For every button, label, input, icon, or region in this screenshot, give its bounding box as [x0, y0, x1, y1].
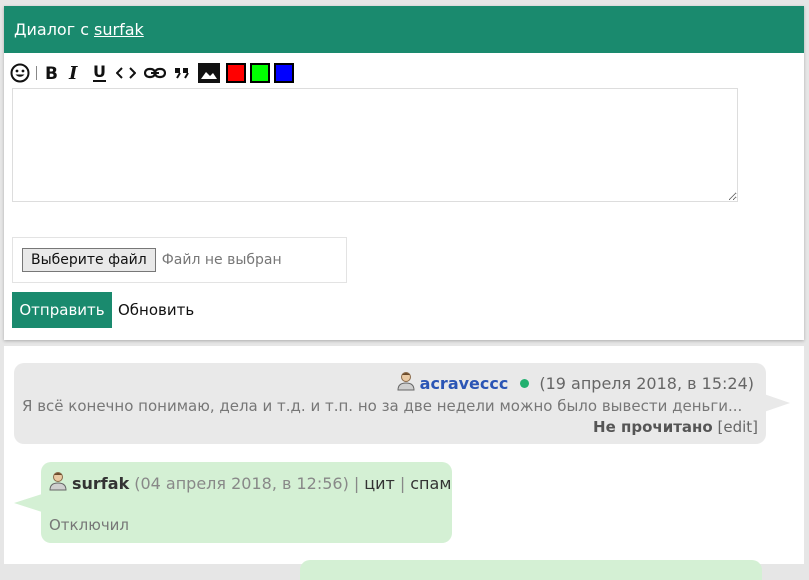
compose-panel: Диалог с surfak B I U Выберите файл Файл… [4, 6, 804, 340]
svg-text:U: U [93, 63, 106, 81]
message-bubble: surfak (04 апреля 2018, в 12:56) | цит |… [41, 462, 452, 543]
unread-label: Не прочитано [593, 418, 713, 436]
underline-icon[interactable]: U [92, 63, 108, 83]
message-date: (04 апреля 2018, в 12:56) [134, 473, 349, 493]
message-textarea[interactable] [12, 88, 738, 202]
dialog-title: Диалог с [14, 20, 90, 39]
message-text: Я всё конечно понимаю, дела и т.д. и т.п… [22, 397, 743, 415]
message-status: Не прочитано [edit] [593, 418, 758, 436]
svg-text:I: I [68, 64, 78, 82]
message-bubble: acraveccc (19 апреля 2018, в 15:24) Я вс… [14, 363, 766, 444]
file-upload: Выберите файл Файл не выбран [12, 237, 347, 283]
online-indicator [520, 378, 530, 388]
bold-icon[interactable]: B [44, 63, 58, 83]
bubble-tail [764, 394, 790, 412]
spam-link[interactable]: спам [410, 474, 451, 493]
toolbar-divider [36, 66, 37, 80]
quote-icon[interactable] [174, 63, 190, 83]
file-status: Файл не выбран [161, 252, 282, 268]
color-green-button[interactable] [250, 63, 270, 83]
image-icon[interactable] [198, 63, 220, 83]
separator: | [353, 473, 360, 493]
quote-link[interactable]: цит [364, 474, 395, 493]
message-author[interactable]: acraveccc [420, 374, 509, 393]
message-text: Отключил [49, 516, 130, 534]
user-icon [49, 471, 67, 495]
bubble-tail [14, 494, 42, 512]
choose-file-button[interactable]: Выберите файл [22, 248, 156, 272]
message-list: acraveccc (19 апреля 2018, в 15:24) Я вс… [4, 346, 804, 580]
message-header: acraveccc (19 апреля 2018, в 15:24) [397, 371, 754, 395]
edit-link[interactable]: [edit] [717, 418, 758, 436]
separator: | [399, 473, 406, 493]
refresh-link[interactable]: Обновить [118, 292, 194, 328]
message-author[interactable]: surfak [72, 474, 129, 493]
dialog-header: Диалог с surfak [4, 6, 804, 53]
message-header: surfak (04 апреля 2018, в 12:56) | цит |… [49, 471, 451, 495]
format-toolbar: B I U [10, 63, 294, 83]
dialog-user-link[interactable]: surfak [94, 20, 144, 39]
smiley-icon[interactable] [10, 63, 30, 83]
message-bubble [300, 560, 762, 580]
link-icon[interactable] [144, 63, 166, 83]
user-icon [397, 371, 415, 395]
code-icon[interactable] [116, 63, 136, 83]
italic-icon[interactable]: I [68, 63, 82, 83]
color-red-button[interactable] [226, 63, 246, 83]
send-button[interactable]: Отправить [12, 292, 112, 328]
svg-text:B: B [45, 64, 58, 82]
message-date: (19 апреля 2018, в 15:24) [539, 373, 754, 393]
color-blue-button[interactable] [274, 63, 294, 83]
